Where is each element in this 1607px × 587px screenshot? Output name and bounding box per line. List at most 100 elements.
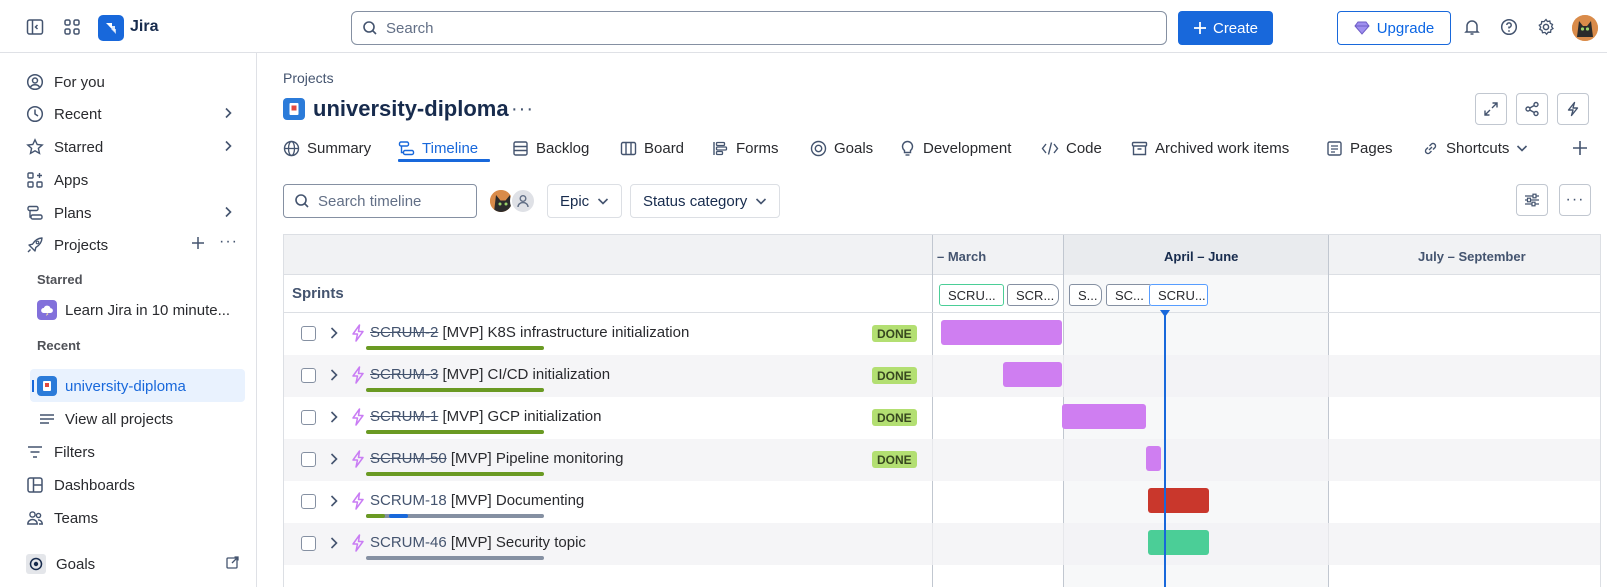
issue-title[interactable]: [MVP] Pipeline monitoring — [451, 450, 624, 467]
timeline-bar[interactable] — [1146, 446, 1161, 471]
sprint-chip-current[interactable]: SCRU... — [1149, 284, 1208, 306]
chevron-right-icon[interactable] — [328, 536, 340, 550]
chevron-right-icon[interactable] — [328, 452, 340, 466]
more-actions-icon[interactable]: ··· — [511, 98, 534, 121]
sidebar-item-dashboards[interactable]: Dashboards — [26, 470, 135, 500]
timeline-bar[interactable] — [1148, 530, 1209, 555]
sprint-chip[interactable]: SC... — [1106, 284, 1152, 306]
issue-title[interactable]: [MVP] K8S infrastructure initialization — [443, 324, 690, 341]
timeline-bar[interactable] — [941, 320, 1062, 345]
external-link-icon[interactable] — [226, 556, 239, 569]
sidebar-item-projects[interactable]: Projects — [26, 230, 108, 260]
tab-summary[interactable]: Summary — [283, 133, 371, 163]
sidebar-item-filters[interactable]: Filters — [26, 437, 95, 467]
sidebar-item-apps[interactable]: Apps — [26, 165, 88, 195]
row-label[interactable]: SCRUM-3 [MVP] CI/CD initialization — [370, 366, 610, 383]
table-row[interactable]: SCRUM-3 [MVP] CI/CD initialization DONE — [284, 355, 1600, 397]
table-row[interactable]: SCRUM-1 [MVP] GCP initialization DONE — [284, 397, 1600, 439]
sidebar-item-starred[interactable]: Starred — [26, 132, 103, 162]
row-checkbox[interactable] — [301, 494, 316, 509]
issue-title[interactable]: [MVP] CI/CD initialization — [443, 366, 611, 383]
row-checkbox[interactable] — [301, 452, 316, 467]
tab-backlog[interactable]: Backlog — [512, 133, 589, 163]
row-checkbox[interactable] — [301, 410, 316, 425]
sprint-chip[interactable]: SCR... — [1007, 284, 1059, 306]
tab-forms[interactable]: Forms — [712, 133, 779, 163]
sidebar-item-view-all-projects[interactable]: View all projects — [37, 404, 173, 434]
row-checkbox[interactable] — [301, 326, 316, 341]
sprint-chip[interactable]: S... — [1069, 284, 1102, 306]
chevron-right-icon[interactable] — [328, 410, 340, 424]
create-button[interactable]: Create — [1178, 11, 1273, 45]
row-label[interactable]: SCRUM-2 [MVP] K8S infrastructure initial… — [370, 324, 689, 341]
timeline-bar[interactable] — [1003, 362, 1062, 387]
row-label[interactable]: SCRUM-18 [MVP] Documenting — [370, 492, 584, 509]
fullscreen-expand-icon[interactable] — [1475, 93, 1507, 125]
share-icon[interactable] — [1516, 93, 1548, 125]
chevron-right-icon[interactable] — [222, 107, 234, 119]
global-search[interactable] — [351, 11, 1167, 45]
view-settings-icon[interactable] — [1516, 184, 1548, 216]
issue-key[interactable]: SCRUM-1 — [370, 408, 438, 425]
row-label[interactable]: SCRUM-50 [MVP] Pipeline monitoring — [370, 450, 623, 467]
row-label[interactable]: SCRUM-1 [MVP] GCP initialization — [370, 408, 601, 425]
more-options-icon[interactable]: ··· — [219, 233, 238, 251]
add-project-plus-icon[interactable] — [191, 236, 205, 250]
sidebar-item-university-diploma[interactable]: university-diploma — [37, 371, 186, 401]
sidebar-item-learn-jira[interactable]: Learn Jira in 10 minute... — [37, 295, 230, 325]
tab-goals[interactable]: Goals — [810, 133, 873, 163]
issue-title[interactable]: [MVP] Security topic — [451, 534, 586, 551]
app-switcher-icon[interactable] — [60, 15, 84, 39]
chevron-right-icon[interactable] — [328, 494, 340, 508]
jira-logo-icon[interactable] — [98, 15, 124, 41]
sidebar-item-teams[interactable]: Teams — [26, 503, 98, 533]
tab-shortcuts[interactable]: Shortcuts — [1422, 133, 1528, 163]
more-options-icon[interactable]: ··· — [1559, 184, 1591, 216]
help-icon[interactable] — [1497, 15, 1521, 39]
sidebar-toggle-icon[interactable] — [23, 15, 47, 39]
sidebar-item-plans[interactable]: Plans — [26, 198, 92, 228]
issue-key[interactable]: SCRUM-3 — [370, 366, 438, 383]
epic-filter-dropdown[interactable]: Epic — [547, 184, 623, 218]
issue-title[interactable]: [MVP] GCP initialization — [443, 408, 602, 425]
chevron-right-icon[interactable] — [328, 368, 340, 382]
chevron-right-icon[interactable] — [222, 140, 234, 152]
issue-key[interactable]: SCRUM-18 — [370, 492, 447, 509]
add-tab-plus-icon[interactable] — [1572, 133, 1588, 163]
chevron-right-icon[interactable] — [328, 326, 340, 340]
upgrade-button[interactable]: Upgrade — [1337, 11, 1451, 45]
tab-archived-work-items[interactable]: Archived work items — [1131, 133, 1289, 163]
sidebar-item-recent[interactable]: Recent — [26, 99, 102, 129]
automation-lightning-icon[interactable] — [1557, 93, 1589, 125]
sprint-chip[interactable]: SCRU... — [939, 284, 1004, 306]
issue-title[interactable]: [MVP] Documenting — [451, 492, 584, 509]
tab-code[interactable]: Code — [1041, 133, 1102, 163]
tab-pages[interactable]: Pages — [1326, 133, 1393, 163]
timeline-bar[interactable] — [1148, 488, 1209, 513]
row-checkbox[interactable] — [301, 536, 316, 551]
sidebar-item-for-you[interactable]: For you — [26, 67, 105, 97]
settings-gear-icon[interactable] — [1534, 15, 1558, 39]
sidebar-item-goals[interactable]: Goals — [26, 549, 95, 579]
issue-key[interactable]: SCRUM-46 — [370, 534, 447, 551]
table-row[interactable]: SCRUM-46 [MVP] Security topic — [284, 523, 1600, 565]
status-category-dropdown[interactable]: Status category — [630, 184, 781, 218]
app-name[interactable]: Jira — [130, 18, 158, 36]
search-input[interactable] — [386, 19, 1086, 37]
timeline-search[interactable] — [283, 184, 477, 218]
issue-key[interactable]: SCRUM-2 — [370, 324, 438, 341]
tab-board[interactable]: Board — [620, 133, 684, 163]
table-row[interactable]: SCRUM-18 [MVP] Documenting — [284, 481, 1600, 523]
tab-development[interactable]: Development — [899, 133, 1011, 163]
row-checkbox[interactable] — [301, 368, 316, 383]
timeline-bar[interactable] — [1062, 404, 1146, 429]
notifications-bell-icon[interactable] — [1460, 15, 1484, 39]
issue-key[interactable]: SCRUM-50 — [370, 450, 447, 467]
chevron-right-icon[interactable] — [222, 206, 234, 218]
breadcrumb[interactable]: Projects — [283, 70, 334, 86]
table-row[interactable]: SCRUM-50 [MVP] Pipeline monitoring DONE — [284, 439, 1600, 481]
timeline-search-input[interactable] — [318, 192, 468, 210]
row-label[interactable]: SCRUM-46 [MVP] Security topic — [370, 534, 586, 551]
user-avatar[interactable] — [1572, 15, 1598, 41]
unassigned-avatar-icon[interactable] — [510, 188, 536, 214]
